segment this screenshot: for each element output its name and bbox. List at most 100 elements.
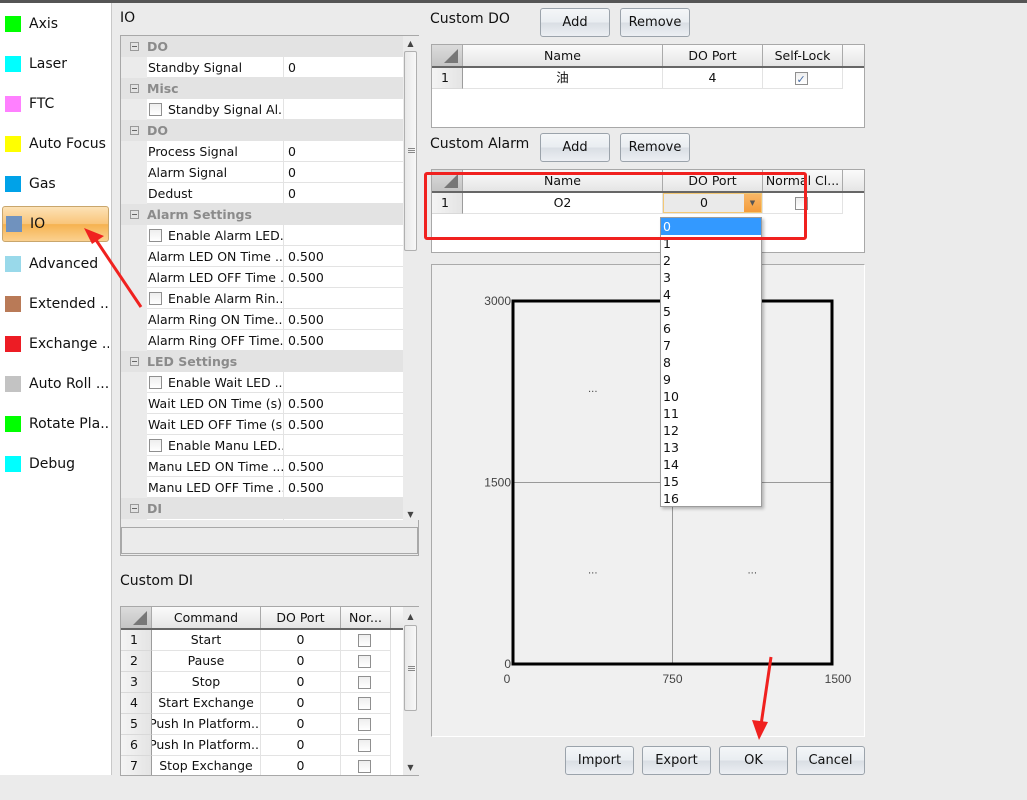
property-row[interactable]: Manu LED OFF Time ... 0.500 xyxy=(121,477,403,498)
scroll-down-arrow[interactable]: ▼ xyxy=(405,762,416,772)
property-row[interactable]: Enable Wait LED ... xyxy=(121,372,403,393)
collapse-icon[interactable] xyxy=(121,78,147,99)
property-value[interactable]: 0 xyxy=(284,162,403,183)
checkbox[interactable] xyxy=(357,738,371,752)
scroll-up-arrow[interactable]: ▲ xyxy=(405,611,416,621)
custom-do-add-button[interactable]: Add xyxy=(540,8,610,37)
property-value[interactable] xyxy=(284,372,403,393)
do-port-cell[interactable]: 0 xyxy=(261,735,341,756)
property-category[interactable]: Alarm Settings xyxy=(121,204,403,225)
column-header-do-port[interactable]: DO Port xyxy=(663,45,763,66)
checkbox[interactable] xyxy=(149,102,162,116)
collapse-icon[interactable] xyxy=(121,204,147,225)
command-cell[interactable]: Start Exchange xyxy=(152,693,261,714)
property-row[interactable]: Wait LED ON Time (s) 0.500 xyxy=(121,393,403,414)
dropdown-option[interactable]: 7 xyxy=(661,337,761,354)
name-cell[interactable]: 油 xyxy=(463,68,663,89)
scroll-thumb[interactable] xyxy=(404,51,417,251)
property-value[interactable]: 0 xyxy=(284,183,403,204)
property-value[interactable] xyxy=(284,225,403,246)
checkbox[interactable] xyxy=(357,759,371,773)
property-value[interactable]: 0.500 xyxy=(284,309,403,330)
property-value[interactable]: 0 xyxy=(284,141,403,162)
row-header[interactable]: 5 xyxy=(121,714,152,735)
column-header-normal-closed[interactable]: Normal Cl... xyxy=(763,170,843,191)
do-port-cell[interactable]: 0 xyxy=(261,693,341,714)
do-port-cell[interactable]: 0 xyxy=(261,756,341,775)
checkbox[interactable] xyxy=(149,438,162,452)
sidebar-item-advanced[interactable]: Advanced xyxy=(2,246,109,282)
property-category[interactable]: LED Settings xyxy=(121,351,403,372)
property-row[interactable]: Alarm Signal 0 xyxy=(121,162,403,183)
property-value[interactable]: 0.500 xyxy=(284,393,403,414)
checkbox[interactable] xyxy=(357,675,371,689)
checkbox[interactable] xyxy=(149,228,162,242)
checkbox[interactable] xyxy=(149,291,162,305)
row-header[interactable]: 4 xyxy=(121,693,152,714)
row-header[interactable]: 2 xyxy=(121,651,152,672)
do-port-cell[interactable]: 4 xyxy=(663,68,763,89)
do-port-dropdown-list[interactable]: 0 1 2 3 4 5 6 7 8 9 10 11 12 13 14 15 16 xyxy=(660,217,762,507)
property-row[interactable]: Enable Alarm Rin... xyxy=(121,288,403,309)
sidebar-item-auto-focus[interactable]: Auto Focus xyxy=(2,126,109,162)
column-header-self-lock[interactable]: Self-Lock xyxy=(763,45,843,66)
table-row[interactable]: 1 Start 0 xyxy=(121,630,391,651)
collapse-icon[interactable] xyxy=(121,120,147,141)
scroll-thumb[interactable] xyxy=(404,625,417,711)
row-header[interactable]: 1 xyxy=(432,193,463,214)
property-value[interactable]: 0.500 xyxy=(284,330,403,351)
property-value[interactable]: 0.500 xyxy=(284,267,403,288)
do-port-cell[interactable]: 0 xyxy=(261,714,341,735)
row-header[interactable]: 1 xyxy=(432,68,463,89)
column-header-name[interactable]: Name xyxy=(463,170,663,191)
dropdown-option[interactable]: 10 xyxy=(661,388,761,405)
do-port-combobox[interactable]: 0 ▼ xyxy=(663,193,762,213)
column-header-do-port[interactable]: DO Port xyxy=(261,607,341,628)
table-row[interactable]: 1 O2 0 ▼ xyxy=(432,193,843,214)
property-row[interactable]: Alarm Ring OFF Time... 0.500 xyxy=(121,330,403,351)
property-value[interactable]: 0.500 xyxy=(284,246,403,267)
command-cell[interactable]: Stop xyxy=(152,672,261,693)
scroll-down-arrow[interactable]: ▼ xyxy=(405,509,416,519)
import-button[interactable]: Import xyxy=(565,746,634,775)
sidebar-item-rotate-pla[interactable]: Rotate Pla... xyxy=(2,406,109,442)
property-row[interactable]: Enable Alarm LED... xyxy=(121,225,403,246)
property-row[interactable]: Enable Manu LED... xyxy=(121,435,403,456)
checkbox[interactable] xyxy=(357,696,371,710)
sidebar-item-gas[interactable]: Gas xyxy=(2,166,109,202)
table-row[interactable]: 4 Start Exchange 0 xyxy=(121,693,391,714)
column-header-command[interactable]: Command xyxy=(152,607,261,628)
collapse-icon[interactable] xyxy=(121,36,147,57)
do-port-cell[interactable]: 0 xyxy=(261,672,341,693)
property-row[interactable]: Process Signal 0 xyxy=(121,141,403,162)
sidebar-item-ftc[interactable]: FTC xyxy=(2,86,109,122)
table-row[interactable]: 6 Push In Platform... 0 xyxy=(121,735,391,756)
property-value[interactable]: 0.500 xyxy=(284,456,403,477)
property-value[interactable]: 0.500 xyxy=(284,414,403,435)
command-cell[interactable]: Pause xyxy=(152,651,261,672)
command-cell[interactable]: Push In Platform... xyxy=(152,714,261,735)
sidebar-item-axis[interactable]: Axis xyxy=(2,6,109,42)
property-category[interactable]: Misc xyxy=(121,78,403,99)
sidebar-item-io[interactable]: IO xyxy=(2,206,109,242)
command-cell[interactable]: Push In Platform... xyxy=(152,735,261,756)
checkbox[interactable] xyxy=(794,196,808,210)
do-port-cell[interactable]: 0 xyxy=(261,630,341,651)
cancel-button[interactable]: Cancel xyxy=(796,746,865,775)
property-row[interactable]: Alarm LED ON Time ... 0.500 xyxy=(121,246,403,267)
dropdown-option[interactable]: 3 xyxy=(661,269,761,286)
table-row[interactable]: 7 Stop Exchange 0 xyxy=(121,756,391,775)
property-category[interactable]: DO xyxy=(121,36,403,57)
property-value[interactable] xyxy=(284,519,403,520)
column-header-name[interactable]: Name xyxy=(463,45,663,66)
sidebar-item-exchange[interactable]: Exchange ... xyxy=(2,326,109,362)
dropdown-option[interactable]: 11 xyxy=(661,405,761,422)
select-all-corner[interactable] xyxy=(121,607,152,628)
sidebar-item-auto-roll[interactable]: Auto Roll ... xyxy=(2,366,109,402)
property-value[interactable]: 0.500 xyxy=(284,477,403,498)
dropdown-option[interactable]: 12 xyxy=(661,422,761,439)
table-row[interactable]: 3 Stop 0 xyxy=(121,672,391,693)
property-value[interactable]: 0 xyxy=(284,57,403,78)
sidebar-item-extended[interactable]: Extended ... xyxy=(2,286,109,322)
sidebar-item-debug[interactable]: Debug xyxy=(2,446,109,482)
